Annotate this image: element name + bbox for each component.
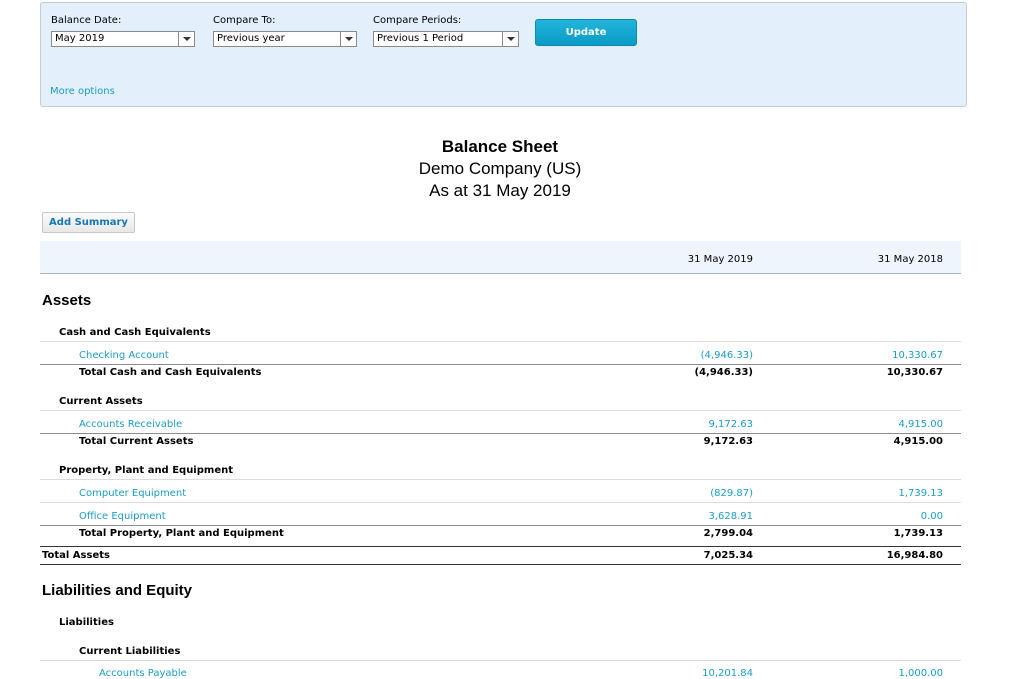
account-link[interactable]: Accounts Receivable [79,419,182,430]
value-current[interactable]: 9,172.63 [708,419,753,430]
compare-to-label: Compare To: [213,15,276,26]
chevron-down-icon [506,37,515,41]
account-link[interactable]: Checking Account [79,350,169,361]
column-header: 31 May 2019 31 May 2018 [40,241,961,274]
divider [40,479,961,480]
balance-date-field: Balance Date: May 2019 [51,15,195,47]
divider [40,341,961,342]
account-link[interactable]: Accounts Payable [99,668,187,679]
value-previous[interactable]: 4,915.00 [898,419,943,430]
more-options-link[interactable]: More options [50,86,115,97]
value-current[interactable]: 10,201.84 [702,668,753,679]
add-summary-button[interactable]: Add Summary [42,212,135,233]
divider [40,546,961,547]
chevron-down-icon [182,37,191,41]
compare-to-value: Previous year [217,33,285,44]
divider [40,433,961,434]
value-previous[interactable]: 1,000.00 [898,668,943,679]
divider [40,364,961,365]
chevron-down-icon [344,37,353,41]
account-link[interactable]: Office Equipment [79,511,166,522]
value-current[interactable]: 3,628.91 [708,511,753,522]
company-name: Demo Company (US) [418,159,582,178]
compare-to-select[interactable]: Previous year [213,31,357,47]
divider [40,410,961,411]
balance-date-label: Balance Date: [51,15,122,26]
value-previous[interactable]: 0.00 [921,511,943,522]
balance-date-value: May 2019 [55,33,105,44]
value-current[interactable]: (829.87) [710,488,753,499]
compare-periods-dropdown-button[interactable] [502,32,518,46]
compare-periods-value: Previous 1 Period [377,33,464,44]
update-button[interactable]: Update [535,19,637,46]
balance-date-select[interactable]: May 2019 [51,31,195,47]
divider [40,660,961,661]
compare-periods-select[interactable]: Previous 1 Period [373,31,519,47]
filter-panel: Balance Date: May 2019 Compare To: Previ… [40,2,967,107]
balance-date-dropdown-button[interactable] [178,32,194,46]
value-previous[interactable]: 10,330.67 [892,350,943,361]
compare-to-dropdown-button[interactable] [340,32,356,46]
column-header-current: 31 May 2019 [687,254,753,265]
account-link[interactable]: Computer Equipment [79,488,186,499]
value-previous[interactable]: 1,739.13 [898,488,943,499]
compare-to-field: Compare To: Previous year [213,15,357,47]
value-current[interactable]: (4,946.33) [701,350,753,361]
report-title: Balance Sheet [441,137,559,156]
divider [40,502,961,503]
column-header-previous: 31 May 2018 [877,254,943,265]
report-date: As at 31 May 2019 [429,181,571,200]
divider [40,564,961,565]
divider [40,525,961,526]
compare-periods-label: Compare Periods: [373,15,462,26]
compare-periods-field: Compare Periods: Previous 1 Period [373,15,519,47]
